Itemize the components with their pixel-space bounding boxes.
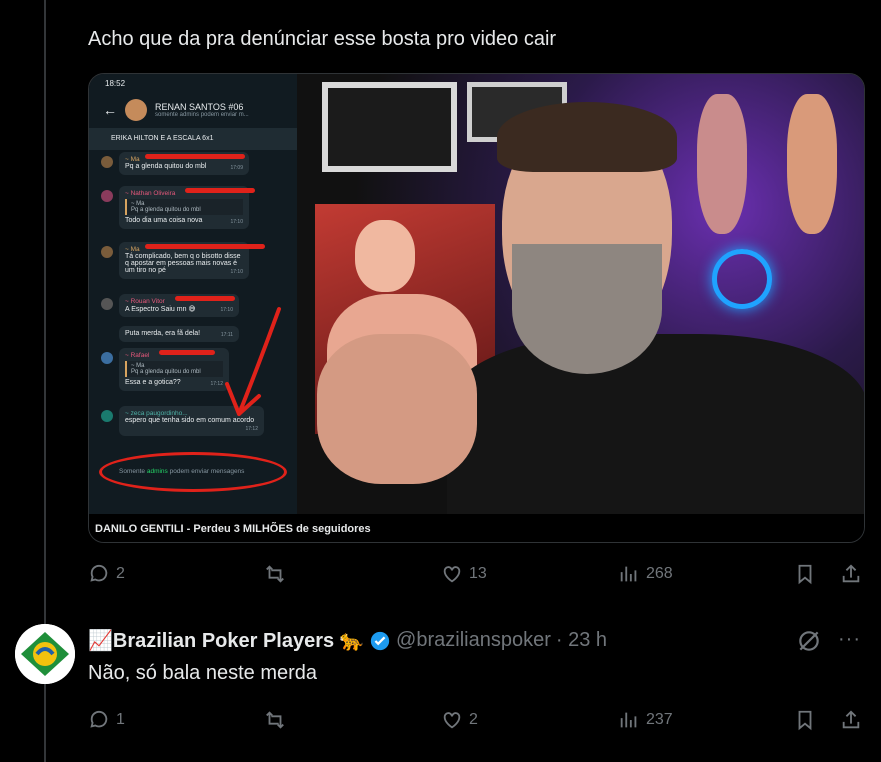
like-count: 13 — [469, 565, 487, 582]
bookmark-icon — [798, 710, 812, 731]
chat-header: ← RENAN SANTOS #06 somente admins podem … — [89, 92, 297, 128]
msg-text: Tá complicado, bem q o bisotto disse q a… — [125, 253, 241, 274]
msg-text: Essa e a gotica?? — [125, 379, 181, 386]
more-options-icon[interactable]: ··· — [838, 628, 861, 651]
group-subtitle: somente admins podem enviar m... — [155, 112, 249, 118]
red-circle-annotation — [99, 452, 287, 492]
member-avatar — [101, 190, 113, 202]
thread-line — [44, 705, 46, 762]
reply-handle[interactable]: @brazilianspoker — [396, 629, 551, 652]
views-count: 237 — [646, 711, 673, 728]
reply-text: Não, só bala neste merda — [88, 662, 318, 684]
video-frame — [297, 74, 864, 514]
member-avatar — [101, 156, 113, 168]
msg-time: 17:10 — [230, 269, 243, 275]
bookmark-button[interactable] — [794, 709, 816, 731]
reply-time[interactable]: · 23 h — [556, 629, 607, 652]
media-caption: DANILO GENTILI - Perdeu 3 MILHÕES de seg… — [89, 514, 864, 542]
repost-button[interactable] — [264, 709, 292, 731]
tweet-media[interactable]: 18:52 ← RENAN SANTOS #06 somente admins … — [88, 73, 865, 543]
phone-status-time: 18:52 — [105, 79, 126, 88]
views-count: 268 — [646, 565, 673, 582]
poker-logo-icon — [15, 624, 75, 684]
views-icon — [620, 712, 637, 728]
reply-count: 1 — [116, 711, 125, 728]
reply-button[interactable]: 1 — [88, 709, 125, 731]
person-hand — [317, 334, 477, 484]
msg-text: Pq a glenda quitou do mbl — [125, 163, 207, 170]
reply-avatar[interactable] — [15, 624, 75, 684]
leopard-emoji: 🐆 — [339, 630, 365, 652]
like-button[interactable]: 13 — [441, 563, 487, 585]
whatsapp-screenshot: 18:52 ← RENAN SANTOS #06 somente admins … — [89, 74, 297, 514]
share-icon — [842, 710, 860, 729]
msg-time: 17:09 — [230, 165, 243, 171]
member-avatar — [101, 410, 113, 422]
quote-text: Pq a glenda quitou do mbl — [131, 369, 201, 375]
reply-count: 2 — [116, 565, 125, 582]
member-avatar — [101, 352, 113, 364]
guitar — [697, 94, 747, 234]
wall-picture — [322, 82, 457, 172]
guitar — [787, 94, 837, 234]
person-hair — [497, 102, 677, 172]
reply-icon — [90, 710, 108, 728]
neon-light — [712, 249, 772, 309]
redaction-mark — [185, 188, 255, 193]
group-avatar — [125, 99, 147, 121]
like-button[interactable]: 2 — [441, 709, 478, 731]
bookmark-icon — [798, 564, 812, 585]
msg-time: 17:10 — [230, 219, 243, 225]
pinned-message: ERIKA HILTON E A ESCALA 6x1 — [89, 128, 297, 150]
member-avatar — [101, 298, 113, 310]
red-arrow-icon — [225, 307, 281, 416]
views-icon — [620, 566, 637, 582]
bookmark-button[interactable] — [794, 563, 816, 585]
heart-icon — [443, 566, 461, 583]
person-body — [447, 334, 864, 514]
person-beard — [512, 244, 662, 374]
quote-text: Pq a glenda quitou do mbl — [131, 207, 201, 213]
group-name: RENAN SANTOS #06 — [155, 102, 244, 112]
repost-icon — [266, 565, 284, 583]
msg-text: Puta merda, era fã dela! — [125, 330, 201, 337]
msg-text: A Espectro Saiu mn 😅 — [125, 306, 196, 313]
reply-icon — [90, 564, 108, 582]
reply-author-line: 📈Brazilian Poker Players 🐆 @brazilianspo… — [88, 628, 607, 653]
verified-badge-icon — [370, 631, 390, 650]
reply-display-name[interactable]: 📈Brazilian Poker Players — [88, 628, 334, 653]
tweet-text: Acho que da pra denúnciar esse bosta pro… — [88, 28, 557, 50]
redaction-mark — [145, 154, 245, 159]
msg-time: 17:12 — [245, 426, 258, 432]
views-button[interactable]: 237 — [618, 709, 673, 731]
grok-icon[interactable] — [796, 628, 822, 654]
heart-icon — [443, 712, 461, 729]
repost-button[interactable] — [264, 563, 292, 585]
redaction-mark — [175, 296, 235, 301]
redaction-mark — [145, 244, 265, 249]
repost-icon — [266, 711, 284, 729]
member-avatar — [101, 246, 113, 258]
redaction-mark — [159, 350, 215, 355]
share-button[interactable] — [840, 563, 862, 585]
share-button[interactable] — [840, 709, 862, 731]
like-count: 2 — [469, 711, 478, 728]
back-arrow-icon: ← — [103, 102, 117, 118]
share-icon — [842, 564, 860, 583]
msg-text: Todo dia uma coisa nova — [125, 217, 203, 224]
reply-button[interactable]: 2 — [88, 563, 125, 585]
views-button[interactable]: 268 — [618, 563, 673, 585]
